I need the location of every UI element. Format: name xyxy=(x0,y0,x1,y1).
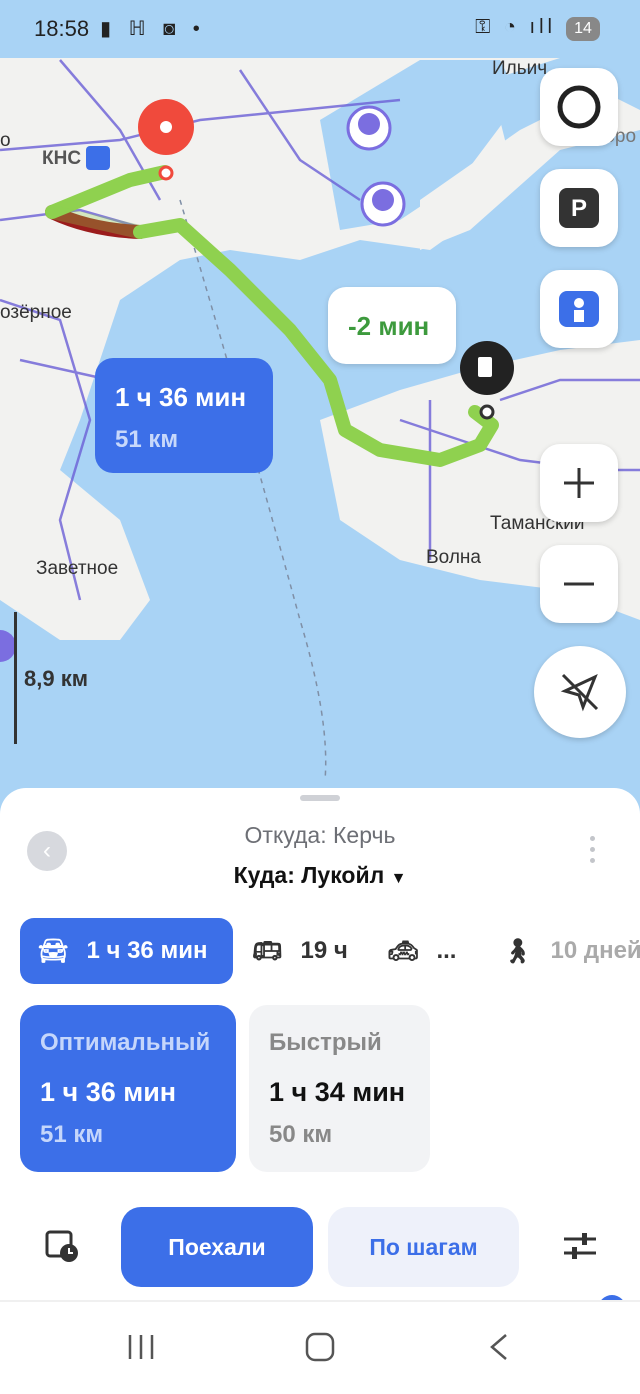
map-label-ilyich: Ильич xyxy=(492,58,548,79)
steps-button[interactable]: По шагам xyxy=(328,1207,519,1287)
route-bubble-distance: 51 км xyxy=(115,426,179,453)
mode-tab-car[interactable]: 🚘︎ 1 ч 36 мин xyxy=(20,918,233,984)
route-option-distance: 50 км xyxy=(269,1121,333,1148)
route-option-name: Оптимальный xyxy=(40,1029,211,1056)
alice-icon xyxy=(557,85,601,129)
route-option-time: 1 ч 34 мин xyxy=(269,1077,406,1107)
zoom-out-button[interactable] xyxy=(540,545,618,623)
route-panel: ‹ Откуда: Керчь Куда: Лукойл ▼ 🚘︎ 1 ч 36… xyxy=(0,788,640,1323)
system-nav-bar xyxy=(0,1300,640,1389)
sliders-icon xyxy=(564,1233,596,1259)
taxi-icon: 🚕︎ xyxy=(388,937,419,965)
system-icons: ⚿ ◔ ıll xyxy=(475,16,556,38)
compass-off-icon xyxy=(560,673,599,712)
map-label-volna: Волна xyxy=(426,547,481,568)
clock-calendar-icon xyxy=(45,1230,78,1262)
route-option-distance: 51 км xyxy=(40,1121,104,1148)
map-label-zavetnoe: Заветное xyxy=(36,558,119,579)
zoom-in-icon xyxy=(564,468,594,498)
airport-icon xyxy=(86,146,110,170)
route-time-bubble[interactable]: 1 ч 36 мин 51 км xyxy=(95,358,273,473)
route-to-label: Куда: Лукойл xyxy=(233,862,385,888)
route-to[interactable]: Куда: Лукойл ▼ xyxy=(0,862,640,889)
mode-bus-label: 19 ч xyxy=(300,937,348,964)
svg-text:P: P xyxy=(571,195,587,222)
more-menu-icon[interactable] xyxy=(590,836,596,869)
panel-grabber[interactable] xyxy=(300,795,340,801)
zoom-in-button[interactable] xyxy=(540,444,618,522)
route-option-time: 1 ч 36 мин xyxy=(40,1077,177,1107)
location-button[interactable] xyxy=(534,646,626,738)
parking-icon: P xyxy=(559,188,599,228)
status-time: 18:58 xyxy=(34,16,90,41)
nav-icons xyxy=(128,1332,507,1362)
alice-button[interactable] xyxy=(540,68,618,146)
zoom-out-icon xyxy=(564,582,594,586)
battery-icon: 14 xyxy=(566,17,600,41)
map-label-ozernoe: озёрное xyxy=(0,302,72,323)
alt-route-bubble[interactable]: -2 мин xyxy=(328,287,456,364)
parking-button[interactable]: P xyxy=(540,169,618,247)
mode-walk-label: 10 дней xyxy=(550,937,640,964)
home-icon xyxy=(305,1332,335,1362)
alt-route-diff: -2 мин xyxy=(348,311,430,341)
schedule-button[interactable] xyxy=(44,1228,80,1269)
map-label-kns: КНС xyxy=(42,148,82,169)
mode-tab-bus[interactable]: 🚌︎ 19 ч xyxy=(250,918,348,984)
scale-label: 8,9 км xyxy=(24,666,88,691)
recent-apps-icon xyxy=(128,1335,154,1359)
status-bar: 18:58 ▮ ℍ ◙ • ⚿ ◔ ıll 14 xyxy=(0,0,640,58)
mode-taxi-label: ... xyxy=(436,937,457,964)
walk-icon: 🚶︎ xyxy=(502,937,533,965)
bus-icon: 🚌︎ xyxy=(252,937,283,965)
route-bubble-time: 1 ч 36 мин xyxy=(115,382,247,412)
go-button[interactable]: Поехали xyxy=(121,1207,313,1287)
notification-icons: ▮ ℍ ◙ • xyxy=(100,18,206,40)
route-settings-button[interactable] xyxy=(562,1228,598,1269)
mode-tab-walk[interactable]: 🚶︎ 10 дней xyxy=(484,918,640,984)
mode-car-label: 1 ч 36 мин xyxy=(86,937,208,964)
car-icon: 🚘︎ xyxy=(38,937,69,965)
guide-button[interactable] xyxy=(540,270,618,348)
map-view[interactable]: 18:58 ▮ ℍ ◙ • ⚿ ◔ ıll 14 Ильич КНС о озё… xyxy=(0,0,640,830)
guide-icon xyxy=(559,291,599,327)
scale-bar xyxy=(14,612,17,744)
mode-tab-taxi[interactable]: 🚕︎ ... xyxy=(370,918,456,984)
dropdown-icon: ▼ xyxy=(390,870,407,887)
back-nav-icon xyxy=(490,1334,507,1360)
route-option-fast[interactable]: Быстрый 1 ч 34 мин 50 км xyxy=(249,1005,430,1172)
route-from[interactable]: Откуда: Керчь xyxy=(0,822,640,849)
map-label-o: о xyxy=(0,130,11,151)
route-option-name: Быстрый xyxy=(269,1029,382,1056)
route-option-optimal[interactable]: Оптимальный 1 ч 36 мин 51 км xyxy=(20,1005,236,1172)
